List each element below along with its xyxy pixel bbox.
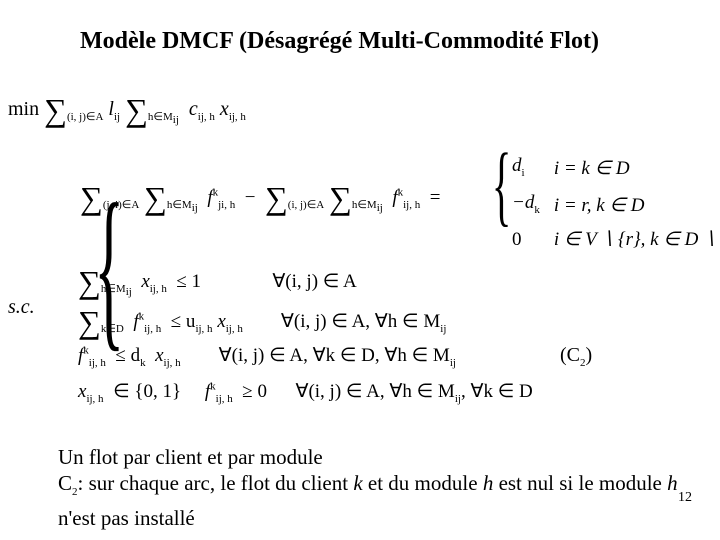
sigma-3: ∑ [80,180,103,217]
sigma-1-idx: (i, j)∈A [67,111,103,123]
page-number: 12 [678,490,692,506]
min-label: min [8,98,39,120]
minus: − [245,187,256,208]
cases-table: dii = k ∈ D −dki = r, k ∈ D 0i ∈ V ∖ {r}… [510,150,720,256]
constraint-c2: fkij, h ≤ dk xij, h ∀(i, j) ∈ A, ∀k ∈ D,… [78,344,456,369]
slide-title: Modèle DMCF (Désagrégé Multi-Commodité F… [80,28,599,55]
subject-to-label: s.c. [8,296,35,319]
sigma-5: ∑ [265,180,288,217]
term-l-sub: ij [114,111,120,123]
sigma-6: ∑ [329,180,352,217]
case-brace: { [492,150,511,222]
description-text: Un flot par client et par module C2: sur… [58,444,698,531]
term-x: x [220,98,229,120]
sigma-5-idx: (i, j)∈A [288,199,324,211]
constraint-x-sum: ∑h∈Mij xij, h ≤ 1 ∀(i, j) ∈ A [78,264,357,301]
case-row-3: 0i ∈ V ∖ {r}, k ∈ D ∖ {i} [512,226,720,254]
equals: = [430,187,441,208]
sigma-2: ∑ [125,92,148,129]
sigma-6-idx: h∈Mij [352,199,383,211]
constraint-domain: xij, h ∈ {0, 1} fkij, h ≥ 0 ∀(i, j) ∈ A,… [78,380,533,405]
c2-label: (C2) [560,344,592,369]
case-row-2: −dki = r, k ∈ D [512,189,720,224]
sigma-4-idx: h∈Mij [167,199,198,211]
sigma-4: ∑ [144,180,167,217]
sigma-1: ∑ [44,92,67,129]
case-row-1: dii = k ∈ D [512,152,720,187]
constraint-capacity: ∑k∈D fkij, h ≤ uij, h xij, h ∀(i, j) ∈ A… [78,304,446,341]
term-x-sub: ij, h [229,111,246,123]
term-c: c [189,98,198,120]
sigma-3-idx: (j, i)∈A [103,199,139,211]
flow-conservation: ∑(j, i)∈A ∑h∈Mij fkji, h − ∑(i, j)∈A ∑h∈… [80,180,440,217]
objective: min ∑(i, j)∈A lij ∑h∈Mij cij, h xij, h [8,92,246,129]
sigma-2-idx: h∈Mij [148,111,179,123]
term-c-sub: ij, h [198,111,215,123]
